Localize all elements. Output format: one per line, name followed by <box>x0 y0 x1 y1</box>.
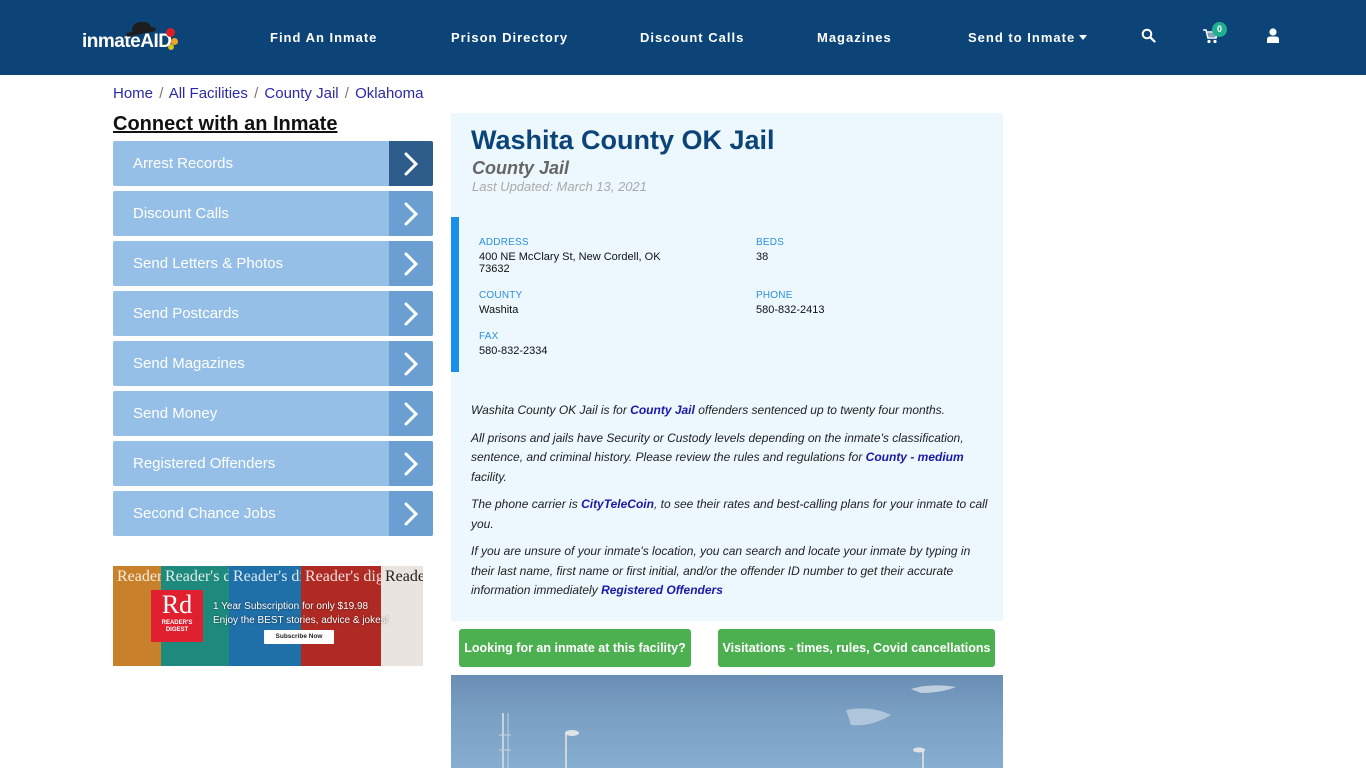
beds-value: 38 <box>756 251 769 263</box>
find-inmate-at-facility-button[interactable]: Looking for an inmate at this facility? <box>459 629 691 667</box>
fax-label: FAX <box>479 331 499 342</box>
chevron-right-icon <box>389 491 433 536</box>
sidebar-item-label: Discount Calls <box>133 205 229 222</box>
sidebar-item-label: Arrest Records <box>133 155 234 172</box>
chevron-right-icon <box>389 341 433 386</box>
sidebar-item-label: Second Chance Jobs <box>133 505 276 522</box>
beds-label: BEDS <box>756 237 785 248</box>
sidebar-item-label: Send Money <box>133 405 218 422</box>
visitations-button[interactable]: Visitations - times, rules, Covid cancel… <box>718 629 995 667</box>
sidebar-item-send-money[interactable]: Send Money <box>113 391 433 436</box>
fax-value: 580-832-2334 <box>479 345 548 357</box>
chevron-right-icon <box>389 241 433 286</box>
county-jail-link[interactable]: County Jail <box>630 403 695 417</box>
subscribe-now-button[interactable]: Subscribe Now <box>264 630 334 644</box>
facility-photo <box>451 675 1003 768</box>
county-label: COUNTY <box>479 290 523 301</box>
breadcrumb-all-facilities[interactable]: All Facilities <box>169 85 248 102</box>
breadcrumb-oklahoma[interactable]: Oklahoma <box>355 85 423 102</box>
facility-description: Washita County OK Jail is for County Jai… <box>471 401 991 609</box>
nav-discount-calls[interactable]: Discount Calls <box>640 30 744 45</box>
inmateaid-logo[interactable]: inmateAID <box>82 22 182 56</box>
breadcrumb-separator: / <box>254 85 259 102</box>
breadcrumb-separator: / <box>344 85 349 102</box>
sidebar-item-send-magazines[interactable]: Send Magazines <box>113 341 433 386</box>
description-paragraph: Washita County OK Jail is for County Jai… <box>471 403 946 417</box>
nav-find-an-inmate[interactable]: Find An Inmate <box>270 30 377 45</box>
top-navbar: inmateAID Find An Inmate Prison Director… <box>0 0 1366 75</box>
sidebar-item-label: Send Letters & Photos <box>133 255 284 272</box>
chevron-right-icon <box>389 191 433 236</box>
breadcrumb-home[interactable]: Home <box>113 85 153 102</box>
chevron-right-icon <box>389 291 433 336</box>
facility-type: County Jail <box>472 158 570 178</box>
sidebar-item-label: Registered Offenders <box>133 455 276 472</box>
sidebar-item-label: Send Postcards <box>133 305 239 322</box>
description-paragraph: If you are unsure of your inmate's locat… <box>471 544 971 597</box>
sidebar-item-second-chance-jobs[interactable]: Second Chance Jobs <box>113 491 433 536</box>
search-icon[interactable] <box>1141 28 1156 48</box>
facility-info-box: ADDRESS 400 NE McClary St, New Cordell, … <box>451 217 1003 372</box>
sidebar-item-discount-calls[interactable]: Discount Calls <box>113 191 433 236</box>
address-label: ADDRESS <box>479 237 529 248</box>
readers-digest-logo: Rd READER'S DIGEST <box>151 590 203 642</box>
citytelecoin-link[interactable]: CityTeleCoin <box>581 497 654 511</box>
breadcrumb-separator: / <box>159 85 164 102</box>
user-icon[interactable] <box>1267 28 1279 48</box>
nav-send-to-inmate[interactable]: Send to Inmate <box>968 30 1088 45</box>
description-paragraph: All prisons and jails have Security or C… <box>471 430 964 484</box>
chevron-right-icon <box>389 391 433 436</box>
nav-prison-directory[interactable]: Prison Directory <box>451 30 568 45</box>
sidebar-title: Connect with an Inmate <box>113 113 338 135</box>
breadcrumb: Home / All Facilities / County Jail / Ok… <box>113 85 424 102</box>
phone-label: PHONE <box>756 290 793 301</box>
facility-photo-scene <box>499 685 956 768</box>
ad-headline: 1 Year Subscription for only $19.98 <box>213 601 369 612</box>
sidebar-item-arrest-records[interactable]: Arrest Records <box>113 141 433 186</box>
chevron-right-icon <box>389 441 433 486</box>
county-medium-link[interactable]: County - medium <box>866 450 964 464</box>
sidebar-item-send-postcards[interactable]: Send Postcards <box>113 291 433 336</box>
readers-digest-ad[interactable]: Reader's digest Reader's digest Reader's… <box>113 566 423 666</box>
nav-magazines[interactable]: Magazines <box>817 30 892 45</box>
phone-value: 580-832-2413 <box>756 304 825 316</box>
registered-offenders-link[interactable]: Registered Offenders <box>601 583 723 597</box>
sidebar-item-registered-offenders[interactable]: Registered Offenders <box>113 441 433 486</box>
description-paragraph: The phone carrier is CityTeleCoin, to se… <box>471 497 988 531</box>
county-value: Washita <box>479 304 519 316</box>
autumn-leaf-icon <box>168 44 174 50</box>
last-updated: Last Updated: March 13, 2021 <box>472 179 647 194</box>
caret-down-icon <box>1079 35 1088 41</box>
address-value: 400 NE McClary St, New Cordell, OK 73632 <box>479 251 661 275</box>
sidebar-item-label: Send Magazines <box>133 355 245 372</box>
facility-panel: Washita County OK Jail County Jail Last … <box>451 113 1003 621</box>
chevron-right-icon <box>389 141 433 186</box>
breadcrumb-county-jail[interactable]: County Jail <box>264 85 338 102</box>
autumn-leaf-icon <box>166 28 175 37</box>
nav-send-to-inmate-label: Send to Inmate <box>968 30 1076 45</box>
cart-count-badge: 0 <box>1212 22 1227 37</box>
sidebar-menu: Arrest Records Discount Calls Send Lette… <box>113 141 433 541</box>
sidebar-item-send-letters-photos[interactable]: Send Letters & Photos <box>113 241 433 286</box>
ad-tagline: Enjoy the BEST stories, advice & jokes! <box>213 615 389 626</box>
facility-title: Washita County OK Jail <box>471 125 775 155</box>
